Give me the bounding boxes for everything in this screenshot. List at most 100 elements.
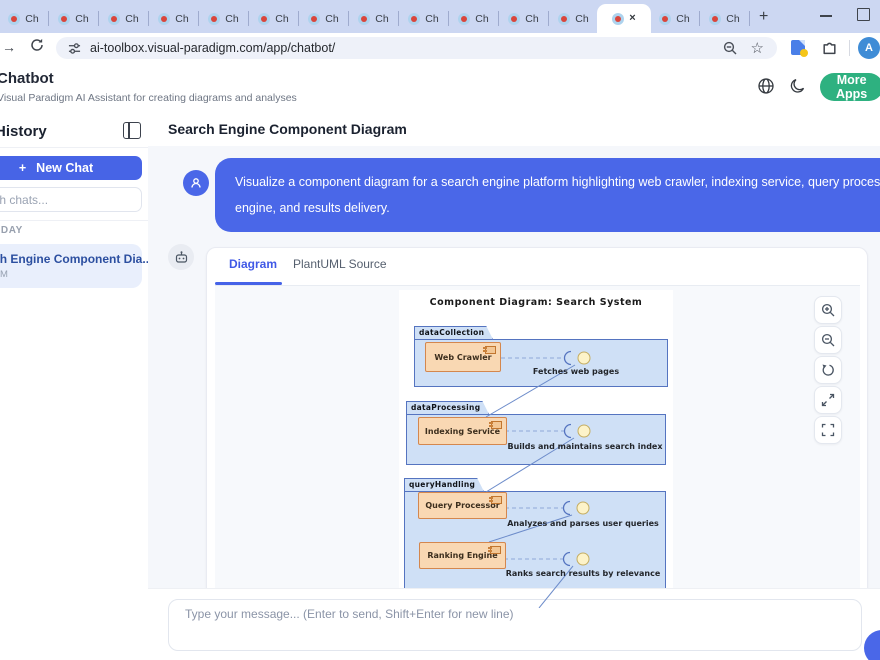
zoom-indicator-icon[interactable]	[723, 41, 738, 56]
component-label: Query Processor	[425, 501, 499, 510]
tab-divider	[98, 11, 99, 26]
url-text[interactable]: ai-toolbox.visual-paradigm.com/app/chatb…	[90, 41, 335, 55]
diagram-viewport[interactable]: Component Diagram: Search System dataCol…	[215, 285, 860, 608]
tab-favicon	[558, 13, 570, 25]
section-label-today: TODAY	[0, 225, 23, 236]
user-message-bubble: Visualize a component diagram for a sear…	[215, 158, 880, 232]
divider	[0, 220, 148, 221]
component-label: Indexing Service	[425, 427, 500, 436]
tab-close-icon[interactable]: ×	[629, 13, 635, 24]
new-tab-button[interactable]: +	[759, 8, 768, 26]
assistant-avatar	[168, 244, 194, 270]
app-subtitle: Visual Paradigm AI Assistant for creatin…	[0, 92, 297, 104]
component-ranking-engine: Ranking Engine	[419, 542, 506, 569]
window-minimize-icon[interactable]	[820, 15, 832, 17]
tab-favicon	[458, 13, 470, 25]
fullscreen-button[interactable]	[814, 416, 842, 444]
reset-rotate-icon	[821, 363, 835, 377]
zoom-out-button[interactable]	[814, 326, 842, 354]
assistant-response-card: Diagram PlantUML Source Component Diagra…	[206, 247, 868, 607]
robot-icon	[174, 250, 189, 265]
tab-favicon	[8, 13, 20, 25]
browser-tab[interactable]: Ch	[651, 5, 698, 33]
address-bar[interactable]: ai-toolbox.visual-paradigm.com/app/chatb…	[56, 37, 777, 59]
chat-item-title: Search Engine Component Dia...	[0, 252, 152, 266]
tab-label: Ch	[175, 13, 188, 25]
new-chat-button[interactable]: + New Chat	[0, 156, 142, 180]
component-label: Ranking Engine	[427, 551, 497, 560]
tab-favicon	[508, 13, 520, 25]
sidebar-title: History	[0, 123, 47, 140]
tab-label: Ch	[425, 13, 438, 25]
tab-diagram[interactable]: Diagram	[229, 257, 277, 271]
extension-icon[interactable]	[791, 40, 805, 55]
more-apps-button[interactable]: More Apps	[820, 73, 880, 101]
tab-divider	[448, 11, 449, 26]
browser-tab[interactable]: Ch	[200, 5, 247, 33]
zoom-out-icon	[821, 333, 835, 347]
profile-avatar[interactable]: A	[858, 37, 880, 59]
component-query-processor: Query Processor	[418, 492, 507, 519]
search-chats-input[interactable]	[0, 187, 142, 212]
browser-tab[interactable]: Ch	[450, 5, 497, 33]
tab-label: Ch	[225, 13, 238, 25]
browser-tab[interactable]: Ch	[250, 5, 297, 33]
screen: ChChChChChChChChChChChCh×ChCh+ → ai-tool…	[0, 0, 880, 660]
browser-tab[interactable]: Ch	[500, 5, 547, 33]
conversation-header: Search Engine Component Diagram	[148, 112, 880, 147]
site-settings-icon[interactable]	[68, 42, 81, 55]
interface-label: Fetches web pages	[533, 367, 619, 376]
tab-favicon	[258, 13, 270, 25]
sidebar: History + New Chat TODAY Search Engine C…	[0, 112, 149, 660]
diagram-zoom-toolbar	[814, 296, 842, 444]
tab-divider	[298, 11, 299, 26]
tab-divider	[498, 11, 499, 26]
plus-icon: +	[19, 161, 26, 175]
app-header: Chatbot Visual Paradigm AI Assistant for…	[0, 62, 880, 113]
browser-tab[interactable]: Ch	[150, 5, 197, 33]
forward-icon[interactable]: →	[0, 38, 18, 56]
tab-favicon	[408, 13, 420, 25]
tab-divider	[248, 11, 249, 26]
tab-label: Ch	[475, 13, 488, 25]
chat-history-item[interactable]: Search Engine Component Dia... M	[0, 244, 142, 288]
language-globe-icon[interactable]	[757, 77, 775, 95]
tab-favicon	[659, 13, 671, 25]
browser-tab[interactable]: Ch	[350, 5, 397, 33]
reload-icon[interactable]	[28, 38, 46, 56]
interface-label: Ranks search results by relevance	[506, 569, 661, 578]
component-icon	[490, 546, 501, 554]
component-indexing-service: Indexing Service	[418, 417, 507, 445]
expand-button[interactable]	[814, 386, 842, 414]
tab-favicon	[208, 13, 220, 25]
tab-divider	[348, 11, 349, 26]
browser-tab[interactable]: Ch	[50, 5, 97, 33]
browser-tab-active[interactable]: ×	[597, 4, 651, 33]
browser-tab[interactable]: Ch	[550, 5, 597, 33]
component-icon	[491, 421, 502, 429]
browser-tab[interactable]: Ch	[100, 5, 147, 33]
person-icon	[189, 176, 203, 190]
toolbar-divider	[849, 40, 850, 56]
browser-tab[interactable]: Ch	[300, 5, 347, 33]
tab-divider	[48, 11, 49, 26]
zoom-in-button[interactable]	[814, 296, 842, 324]
browser-tab[interactable]: Ch	[701, 5, 748, 33]
divider	[0, 147, 148, 148]
collapse-panel-icon[interactable]	[123, 122, 141, 139]
window-maximize-icon[interactable]	[857, 8, 870, 21]
tab-plantuml-source[interactable]: PlantUML Source	[293, 257, 387, 271]
browser-tab[interactable]: Ch	[0, 5, 47, 33]
dark-mode-moon-icon[interactable]	[789, 77, 807, 95]
tab-label: Ch	[525, 13, 538, 25]
reset-view-button[interactable]	[814, 356, 842, 384]
extensions-puzzle-icon[interactable]	[821, 39, 838, 56]
tab-label: Ch	[275, 13, 288, 25]
tab-label: Ch	[575, 13, 588, 25]
tab-label: Ch	[325, 13, 338, 25]
browser-tab[interactable]: Ch	[400, 5, 447, 33]
expand-arrows-icon	[821, 393, 835, 407]
bookmark-star-icon[interactable]: ☆	[751, 41, 764, 56]
fullscreen-icon	[821, 423, 835, 437]
interface-label: Analyzes and parses user queries	[507, 519, 659, 528]
